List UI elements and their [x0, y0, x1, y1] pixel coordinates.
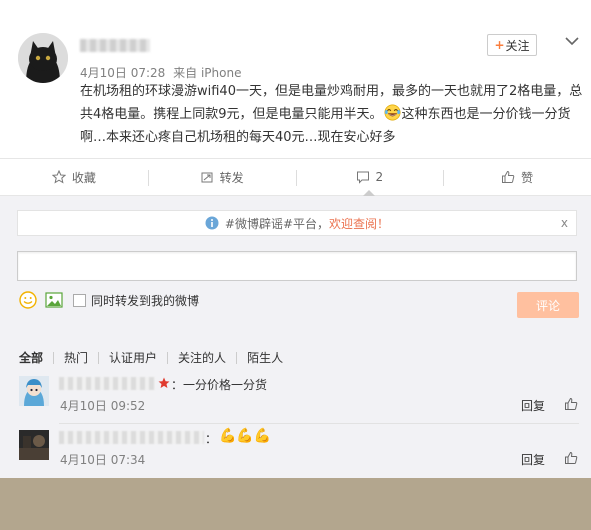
- repost-label: 转发: [219, 170, 244, 185]
- reply-button[interactable]: 回复: [521, 397, 545, 414]
- like-button[interactable]: 赞: [443, 159, 591, 195]
- like-label: 赞: [521, 170, 534, 185]
- comment-input[interactable]: [17, 251, 577, 281]
- notice-link[interactable]: 欢迎查阅！: [329, 215, 389, 232]
- avatar[interactable]: [18, 33, 68, 83]
- comment-username-blurred[interactable]: [59, 377, 155, 390]
- tab-verified[interactable]: 认证用户: [109, 349, 157, 366]
- comment-button[interactable]: 2: [295, 159, 444, 196]
- thumbs-up-icon: [502, 170, 515, 183]
- comment-divider: [59, 423, 579, 424]
- comment-avatar[interactable]: [19, 376, 49, 406]
- tab-hot[interactable]: 热门: [64, 349, 88, 366]
- image-upload-icon[interactable]: [45, 292, 63, 308]
- star-icon: [51, 170, 66, 184]
- comment-tools: 同时转发到我的微博: [19, 291, 199, 309]
- tab-divider: [236, 351, 238, 364]
- comment-filter-tabs: 全部 热门 认证用户 关注的人 陌生人: [19, 349, 283, 366]
- tab-divider: [167, 351, 169, 364]
- plus-icon: +: [494, 38, 505, 52]
- laughing-tears-emoji-icon: [384, 104, 401, 121]
- tab-strangers[interactable]: 陌生人: [247, 349, 283, 366]
- comment-count: 2: [375, 170, 384, 184]
- comment-area: #微博辟谣#平台， 欢迎查阅！ x 同时转发到我的微博 评论 全部 热门 认证用…: [0, 196, 591, 478]
- muscle-emoji-icon: 💪💪💪: [219, 428, 272, 444]
- thumbs-up-icon[interactable]: [564, 397, 578, 411]
- vip-star-icon: [158, 377, 170, 388]
- comment-avatar[interactable]: [19, 430, 49, 460]
- favorite-label: 收藏: [71, 170, 96, 185]
- thumbs-up-icon[interactable]: [564, 451, 578, 465]
- tab-all[interactable]: 全部: [19, 349, 43, 366]
- comment-time: 4月10日 09:52: [60, 399, 146, 413]
- favorite-button[interactable]: 收藏: [0, 159, 148, 195]
- comment-icon: [356, 171, 369, 184]
- emoji-picker-icon[interactable]: [19, 291, 37, 309]
- tab-divider: [98, 351, 100, 364]
- comment-item: ：一分价格一分货 4月10日 09:52 回复: [0, 376, 591, 420]
- post: 4月10日 07:28 来自 iPhone 在机场租的环球漫游wifi40一天，…: [0, 0, 591, 158]
- repost-icon: [201, 172, 213, 183]
- repost-button[interactable]: 转发: [147, 159, 296, 195]
- submit-comment-button[interactable]: 评论: [517, 292, 579, 318]
- post-meta: 4月10日 07:28 来自 iPhone: [80, 64, 245, 81]
- comment-item: ： 💪💪💪 4月10日 07:34 回复: [0, 428, 591, 474]
- close-icon[interactable]: x: [561, 216, 568, 230]
- comment-time: 4月10日 07:34: [60, 453, 146, 467]
- action-bar: 收藏 转发 2 赞: [0, 158, 591, 196]
- username-blurred[interactable]: [80, 39, 150, 52]
- follow-button[interactable]: + 关注: [487, 34, 537, 56]
- info-icon: [205, 216, 219, 230]
- tab-following[interactable]: 关注的人: [178, 349, 226, 366]
- repost-checkbox[interactable]: [73, 293, 86, 307]
- tab-divider: [53, 351, 55, 364]
- comment-text: ：: [205, 432, 218, 446]
- post-content: 在机场租的环球漫游wifi40一天，但是电量炒鸡耐用，最多的一天也就用了2格电量…: [80, 80, 585, 149]
- chevron-down-icon[interactable]: [563, 34, 581, 48]
- follow-label: 关注: [505, 38, 530, 53]
- repost-checkbox-label: 同时转发到我的微博: [91, 293, 200, 308]
- rumor-notice: #微博辟谣#平台， 欢迎查阅！ x: [17, 210, 577, 236]
- weibo-card: 4月10日 07:28 来自 iPhone 在机场租的环球漫游wifi40一天，…: [0, 0, 591, 478]
- post-source: 来自 iPhone: [173, 66, 242, 80]
- comment-username-blurred[interactable]: [59, 431, 204, 444]
- post-date[interactable]: 4月10日 07:28: [80, 66, 165, 80]
- notice-text: #微博辟谣#平台，: [224, 216, 330, 231]
- reply-button[interactable]: 回复: [521, 451, 545, 468]
- comment-text: ：一分价格一分货: [171, 378, 268, 392]
